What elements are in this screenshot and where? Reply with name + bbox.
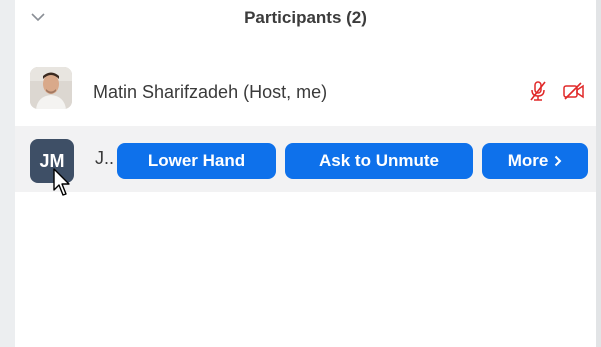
avatar: JM xyxy=(30,139,74,183)
chevron-down-icon[interactable] xyxy=(29,8,47,26)
chevron-right-icon xyxy=(555,155,562,167)
panel-header: Participants (2) xyxy=(15,0,596,40)
more-button-label: More xyxy=(507,151,549,170)
video-off-icon[interactable] xyxy=(562,81,586,106)
avatar xyxy=(30,67,72,109)
participant-name: J.. xyxy=(95,148,115,168)
scrollbar-track[interactable] xyxy=(596,0,601,347)
ask-to-unmute-button[interactable]: Ask to Unmute xyxy=(285,143,473,179)
muted-microphone-icon[interactable] xyxy=(528,80,548,107)
participant-row[interactable]: JM J.. Lower Hand Ask to Unmute More xyxy=(15,126,596,192)
panel-title: Participants (2) xyxy=(244,8,367,27)
participant-row-host[interactable]: Matin Sharifzadeh (Host, me) xyxy=(15,64,596,118)
left-divider xyxy=(0,0,15,347)
participant-name: Matin Sharifzadeh (Host, me) xyxy=(93,82,328,102)
more-button[interactable]: More xyxy=(482,143,588,179)
participants-panel: Participants (2) Matin Sharifzadeh (Host… xyxy=(0,0,601,347)
lower-hand-button[interactable]: Lower Hand xyxy=(117,143,276,179)
participant-status xyxy=(528,80,586,107)
